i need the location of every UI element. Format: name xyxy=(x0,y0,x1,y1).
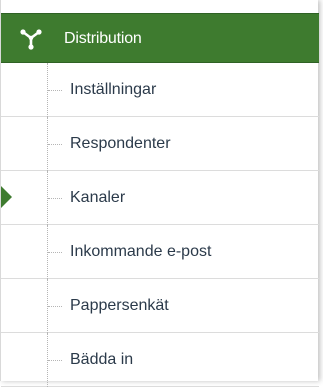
nav-item-pappersenkat[interactable]: Pappersenkät xyxy=(1,279,319,333)
nav-item-label: Kanaler xyxy=(70,189,126,206)
nav-item-label: Bädda in xyxy=(70,351,134,368)
nav-item-inkommande-epost[interactable]: Inkommande e-post xyxy=(1,225,319,279)
nav-item-respondenter[interactable]: Respondenter xyxy=(1,117,319,171)
distribution-icon xyxy=(19,26,43,50)
nav-header-title: Distribution xyxy=(64,30,142,47)
nav-item-label: Pappersenkät xyxy=(70,297,169,314)
nav-item-installningar[interactable]: Inställningar xyxy=(1,63,319,117)
active-item-marker xyxy=(1,186,12,208)
nav-item-label: Inställningar xyxy=(70,81,157,98)
nav-header[interactable]: Distribution xyxy=(1,13,319,63)
tree-branch xyxy=(48,252,62,253)
nav-item-label: Inkommande e-post xyxy=(70,243,212,260)
tree-branch xyxy=(48,306,62,307)
tree-branch xyxy=(48,198,62,199)
tree-branch xyxy=(48,360,62,361)
nav-item-badda-in[interactable]: Bädda in xyxy=(1,333,319,387)
tree-branch xyxy=(48,144,62,145)
nav-item-kanaler[interactable]: Kanaler xyxy=(1,171,319,225)
nav-item-label: Respondenter xyxy=(70,135,171,152)
distribution-nav-panel: Distribution Inställningar Respondenter … xyxy=(0,0,319,387)
tree-branch xyxy=(48,90,62,91)
